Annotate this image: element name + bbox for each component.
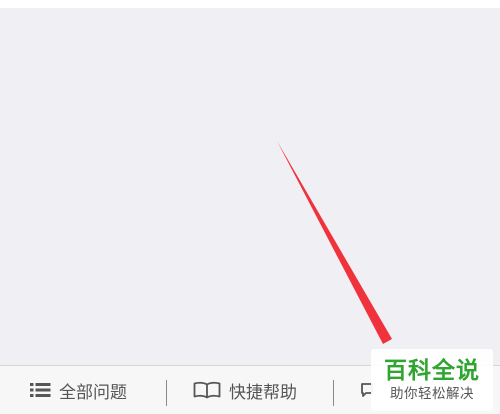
top-strip (0, 0, 500, 8)
watermark-subtitle: 助你轻松解决 (390, 386, 474, 402)
all-questions-button[interactable]: 全部问题 (30, 366, 127, 414)
toolbar-divider (333, 380, 334, 406)
quick-help-button[interactable]: 快捷帮助 (193, 366, 297, 414)
toolbar-divider (166, 380, 167, 406)
quick-help-label: 快捷帮助 (229, 382, 297, 403)
open-book-icon (193, 381, 221, 399)
screenshot-frame: 全部问题 快捷帮助 百科全说 助你轻松解决 (0, 0, 500, 414)
content-area (0, 8, 500, 365)
watermark-title: 百科全说 (384, 358, 480, 384)
all-questions-label: 全部问题 (59, 382, 127, 403)
list-icon (30, 382, 51, 398)
watermark-logo: 百科全说 助你轻松解决 (371, 349, 493, 411)
